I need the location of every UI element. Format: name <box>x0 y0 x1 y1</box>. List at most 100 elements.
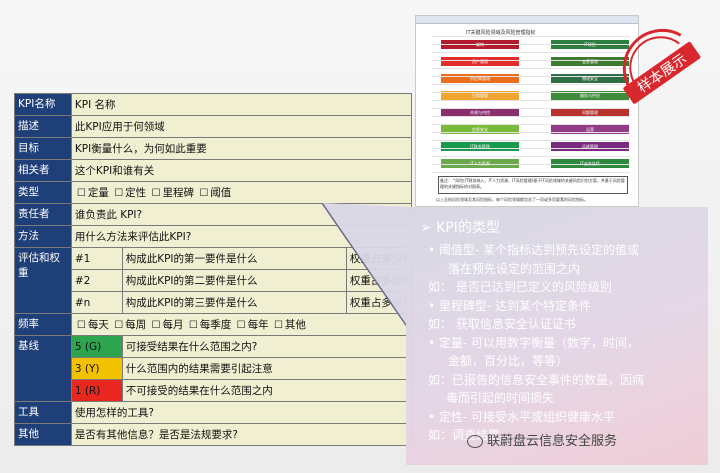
row-label: 描述 <box>18 120 39 132</box>
sheet-gridline <box>432 172 630 173</box>
table-row: 相关者 这个KPI和谁有关 <box>14 159 413 182</box>
sheet-title: IT关键风险领域及风险管理指标 <box>466 30 536 36</box>
type-option: 定性 <box>125 187 147 199</box>
row-value: KPI衡量什么，为何如此重要 <box>74 143 207 155</box>
sheet-note: 备注： *风险(IT财务纳入、IT人力资源、IT风险管理)基于IT风险领域的关键… <box>438 176 628 194</box>
baseline-level: 3 (Y) <box>74 362 100 375</box>
arrow-icon: ➢ <box>420 220 437 236</box>
bullet-icon: • <box>428 335 436 350</box>
sample-stamp-icon: 样本展示 <box>622 28 701 104</box>
sheet-bar: IT财务管理 <box>441 142 519 151</box>
sheet-gridline <box>432 116 630 117</box>
checkbox-icon[interactable]: ☐ <box>274 320 283 331</box>
sheet-bar: 资产管理 <box>441 57 519 66</box>
other-value: 是否有其他信息？是否是法规要求? <box>74 429 238 441</box>
table-row: 工具 使用怎样的工具? <box>14 401 413 424</box>
callout-text: 落在预先设定的范围之内 <box>448 261 581 276</box>
row-label: 目标 <box>18 142 39 154</box>
checkbox-icon[interactable]: ☐ <box>237 320 246 331</box>
table-row: 描述 此KPI应用于何领域 <box>14 115 413 138</box>
checkbox-icon[interactable]: ☐ <box>152 188 161 199</box>
table-row: 类型 ☐ 定量 ☐ 定性 ☐ 里程碑 ☐ 阈值 <box>14 181 413 204</box>
callout-text: 如： 获取信息安全认证证书 <box>428 317 576 331</box>
baseline-label: 基线 <box>18 340 39 352</box>
tools-label: 工具 <box>18 406 39 418</box>
sheet-bar: 运维管理 <box>551 142 629 151</box>
table-row: 1 (R) 不可接受的结果在什么范围之内 <box>15 379 413 402</box>
type-option: 阈值 <box>210 187 232 199</box>
bullet-icon: • <box>428 409 436 424</box>
checkbox-icon[interactable]: ☐ <box>77 320 86 331</box>
callout-line: 如： 获取信息安全认证证书 <box>428 315 576 332</box>
kpi-types-callout: ➢ KPI的类型 • 阈值型- 某个指标达到预先设定的值或落在预先设定的范围之内如… <box>406 207 708 465</box>
callout-line: • 阈值型- 某个指标达到预先设定的值或 <box>428 241 639 258</box>
watermark: 联蔚盘云信息安全服务 <box>467 430 617 449</box>
sheet-gridline <box>432 164 630 165</box>
freq-option: 每周 <box>125 319 147 331</box>
callout-line: • 里程碑型- 达到某个特定条件 <box>428 297 591 314</box>
type-option: 定量 <box>87 187 109 199</box>
callout-line: 毒而引起的时间损失 <box>446 389 554 406</box>
tools-value: 使用怎样的工具? <box>74 407 154 419</box>
baseline-level: 5 (G) <box>74 340 102 353</box>
type-option: 里程碑 <box>162 187 194 199</box>
callout-line: • 定量- 可以用数字衡量（数字，时间， <box>428 334 639 351</box>
callout-text: 毒而引起的时间损失 <box>446 391 555 405</box>
weight-desc: 构成此KPI的第二要件是什么 <box>125 275 258 287</box>
callout-text: 金额，百分比，等等） <box>448 354 569 368</box>
table-row: 其他 是否有其他信息？是否是法规要求? <box>14 423 413 446</box>
checkbox-icon[interactable]: ☐ <box>114 188 123 199</box>
checkbox-icon[interactable]: ☐ <box>152 320 161 331</box>
sheet-note-title: 备注： <box>440 178 452 183</box>
owner-value: 谁负责此 KPI? <box>74 209 143 221</box>
weight-desc: 构成此KPI的第三要件是什么 <box>125 297 258 309</box>
row-label: KPI名称 <box>18 98 56 110</box>
callout-line: 如： 是否已达到已定义的风险级别 <box>428 278 612 295</box>
weight-label: 评估和权重 <box>18 252 60 279</box>
checkbox-icon[interactable]: ☐ <box>77 188 86 199</box>
callout-text: 如： 是否已达到已定义的风险级别 <box>428 280 612 294</box>
checkbox-icon[interactable]: ☐ <box>199 188 208 199</box>
callout-line: 落在预先设定的范围之内 <box>448 260 580 277</box>
freq-option: 每年 <box>247 319 269 331</box>
method-value: 用什么方法来评估此KPI? <box>74 231 192 243</box>
freq-option: 每月 <box>162 319 184 331</box>
freq-label: 频率 <box>18 318 39 330</box>
sheet-bar-label: 运维管理 <box>582 144 598 149</box>
weight-index: #1 <box>74 252 91 265</box>
method-label: 方法 <box>18 230 39 242</box>
weight-index: #2 <box>74 274 91 287</box>
bullet-icon: • <box>428 243 436 257</box>
freq-option: 其他 <box>284 319 306 331</box>
callout-text: 定性- 可接受水平或组织健康水平 <box>438 409 616 424</box>
callout-heading: ➢ KPI的类型 <box>420 217 500 237</box>
callout-text: 如：已报告的信息安全事件的数量，因病 <box>428 372 645 387</box>
sheet-gridline <box>432 124 630 125</box>
table-row: 目标 KPI衡量什么，为何如此重要 <box>14 137 413 160</box>
callout-text: 定量- 可以用数字衡量（数字，时间， <box>438 335 640 350</box>
other-label: 其他 <box>18 428 39 440</box>
sheet-bar-label: IT财务管理 <box>470 144 490 149</box>
sheet-gridline <box>432 132 630 133</box>
table-row: KPI名称 KPI 名称 <box>14 93 413 116</box>
sheet-note-text: *风险(IT财务纳入、IT人力资源、IT风险管理)基于IT风险领域的关键风险识别… <box>440 178 625 189</box>
row-label: 相关者 <box>18 164 50 176</box>
bullet-icon: • <box>428 298 436 313</box>
stamp-text: 样本展示 <box>635 51 690 96</box>
weight-desc: 构成此KPI的第一要件是什么 <box>125 253 258 265</box>
row-value: 这个KPI和谁有关 <box>74 165 155 177</box>
watermark-text: 联蔚盘云信息安全服务 <box>487 434 618 449</box>
callout-line: 金额，百分比，等等） <box>448 352 568 369</box>
table-row: 3 (Y) 什么范围内的结果需要引起注意 <box>15 357 413 380</box>
baseline-desc: 不可接受的结果在什么范围之内 <box>125 385 273 397</box>
freq-option: 每天 <box>87 319 109 331</box>
callout-text: 里程碑型- 达到某个特定条件 <box>438 298 592 313</box>
checkbox-icon[interactable]: ☐ <box>114 320 123 331</box>
sheet-gridline <box>432 148 630 149</box>
row-value: 此KPI应用于何领域 <box>74 121 165 133</box>
baseline-level: 1 (R) <box>74 384 101 397</box>
checkbox-icon[interactable]: ☐ <box>189 320 198 331</box>
owner-label: 责任者 <box>18 208 50 220</box>
sheet-bar-label: 资产管理 <box>472 59 488 64</box>
sheet-gridline <box>432 156 630 157</box>
